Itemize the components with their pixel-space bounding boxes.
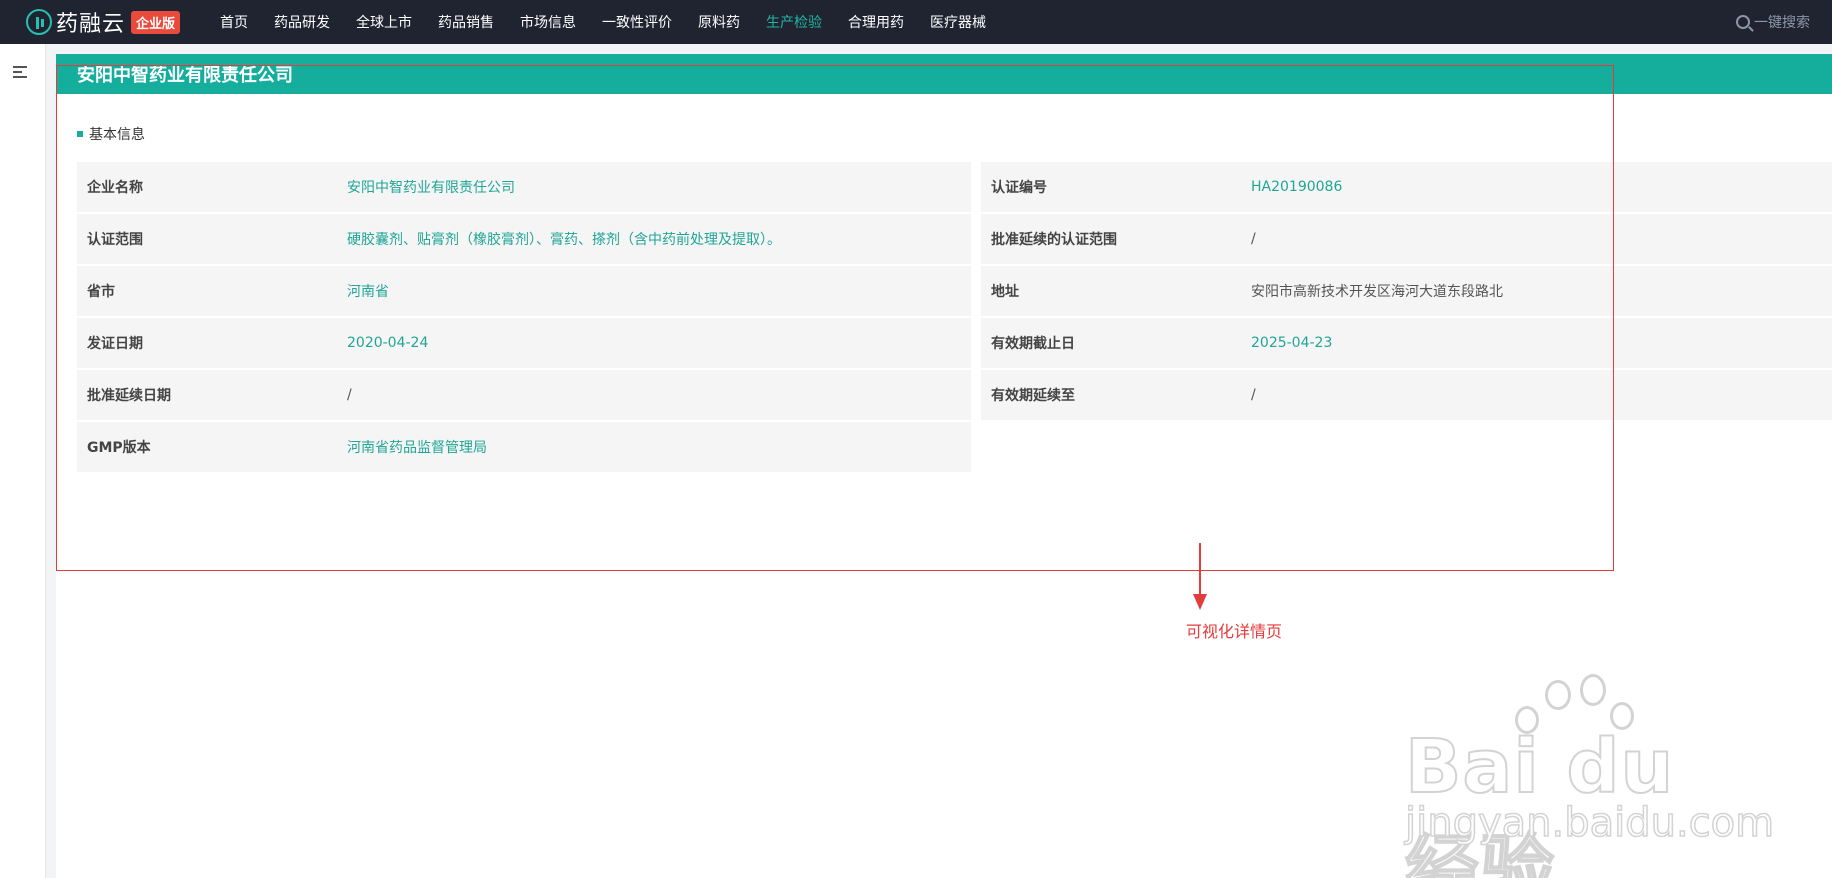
paw-toe-icon [1545,680,1571,710]
empty-cell [981,422,1241,472]
table-row: 认证范围 硬胶囊剂、贴膏剂（橡胶膏剂）、膏药、搽剂（含中药前处理及提取）。 批准… [77,214,1832,266]
nav-item-drug-sales[interactable]: 药品销售 [438,12,494,32]
baidu-watermark: Bai du 经验 jingyan.baidu.com [1404,674,1775,878]
edition-badge: 企业版 [131,10,181,34]
field-label: 有效期截止日 [981,318,1241,368]
field-label: 批准延续日期 [77,370,337,420]
nav-item-home[interactable]: 首页 [220,12,248,32]
paw-toe-icon [1580,674,1606,706]
logo-icon [26,9,52,35]
annotation-label: 可视化详情页 [1186,622,1283,641]
nav-item-rational-drug-use[interactable]: 合理用药 [848,12,904,32]
table-row: 发证日期 2020-04-24 有效期截止日 2025-04-23 [77,318,1832,370]
field-label: 认证编号 [981,162,1241,212]
nav-item-api[interactable]: 原料药 [698,12,740,32]
search-button[interactable]: 一键搜索 [1736,0,1810,44]
field-label: 企业名称 [77,162,337,212]
table-row: 企业名称 安阳中智药业有限责任公司 认证编号 HA20190086 [77,162,1832,214]
field-value-link[interactable]: 2025-04-23 [1241,318,1832,368]
info-table: 企业名称 安阳中智药业有限责任公司 认证编号 HA20190086 认证范围 硬… [77,162,1832,474]
table-row: GMP版本 河南省药品监督管理局 [77,422,1832,474]
field-value: / [337,370,971,420]
field-value-link[interactable]: 硬胶囊剂、贴膏剂（橡胶膏剂）、膏药、搽剂（含中药前处理及提取）。 [337,214,971,264]
table-row: 批准延续日期 / 有效期延续至 / [77,370,1832,422]
nav-item-drug-rd[interactable]: 药品研发 [274,12,330,32]
logo-text: 药融云 [56,12,126,37]
search-icon [1736,15,1750,29]
annotation-arrowhead-icon [1193,594,1207,610]
field-value-link[interactable]: 河南省药品监督管理局 [337,422,971,472]
field-label: 地址 [981,266,1241,316]
nav-item-global-launch[interactable]: 全球上市 [356,12,412,32]
field-label: 有效期延续至 [981,370,1241,420]
section-title: 基本信息 [89,127,145,143]
page-title: 安阳中智药业有限责任公司 [77,65,293,86]
field-label: 认证范围 [77,214,337,264]
field-label: 省市 [77,266,337,316]
field-value: / [1241,214,1832,264]
field-value: / [1241,370,1832,420]
table-row: 省市 河南省 地址 安阳市高新技术开发区海河大道东段路北 [77,266,1832,318]
nav-item-production-inspection[interactable]: 生产检验 [766,12,822,32]
section-header: 基本信息 [77,124,145,144]
logo[interactable]: 药融云 企业版 [26,6,181,38]
empty-cell [1241,422,1832,472]
title-bar: 安阳中智药业有限责任公司 [56,54,1832,94]
field-label: 批准延续的认证范围 [981,214,1241,264]
nav-item-market-info[interactable]: 市场信息 [520,12,576,32]
field-value-link[interactable]: 2020-04-24 [337,318,971,368]
field-label: GMP版本 [77,422,337,472]
nav-item-consistency-eval[interactable]: 一致性评价 [602,12,672,32]
search-label: 一键搜索 [1754,15,1810,31]
field-value-link[interactable]: 安阳中智药业有限责任公司 [337,162,971,212]
menu-icon[interactable] [13,66,27,78]
field-label: 发证日期 [77,318,337,368]
watermark-url: jingyan.baidu.com [1404,799,1775,847]
annotation-arrow-icon [1199,543,1201,599]
main-nav: 首页 药品研发 全球上市 药品销售 市场信息 一致性评价 原料药 生产检验 合理… [220,12,1012,32]
field-value-link[interactable]: HA20190086 [1241,162,1832,212]
field-value: 安阳市高新技术开发区海河大道东段路北 [1241,266,1832,316]
left-rail [0,44,46,878]
section-marker-icon [77,131,83,137]
nav-item-medical-devices[interactable]: 医疗器械 [930,12,986,32]
top-navbar: 药融云 企业版 首页 药品研发 全球上市 药品销售 市场信息 一致性评价 原料药… [0,0,1832,44]
field-value-link[interactable]: 河南省 [337,266,971,316]
